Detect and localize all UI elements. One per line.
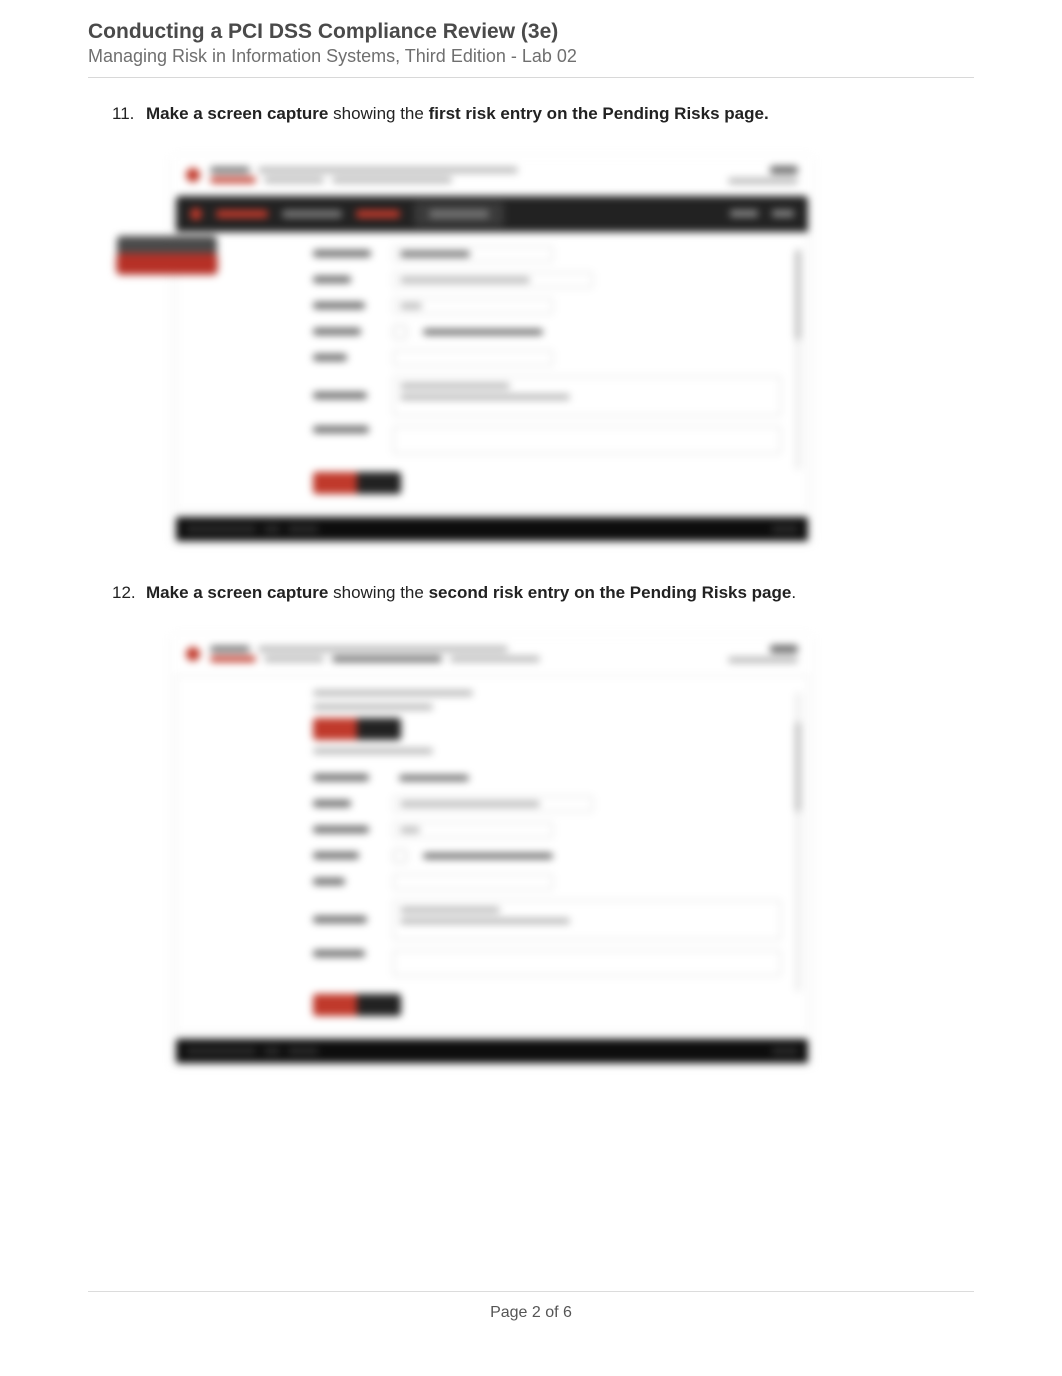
instruction-item-12: 12. Make a screen capture showing the se… [112, 581, 974, 605]
screenshot-body [176, 675, 808, 1033]
textarea [393, 950, 781, 976]
page-subtitle: Managing Risk in Information Systems, Th… [88, 46, 974, 67]
nav-item [356, 210, 400, 218]
app-logo-icon [186, 647, 200, 661]
nav-item [282, 210, 342, 218]
nav-item-active [414, 202, 504, 226]
screenshot-2-wrap [172, 635, 974, 1063]
textarea [393, 376, 781, 416]
page-title: Conducting a PCI DSS Compliance Review (… [88, 20, 974, 44]
nav-right [772, 210, 794, 217]
form-rows [313, 246, 781, 454]
nav-logo-icon [190, 208, 202, 220]
screenshot-navbar [176, 196, 808, 232]
side-button [117, 236, 217, 256]
screenshot-1-wrap [172, 156, 974, 541]
scrollbar-thumb [795, 250, 801, 340]
topbar-text [210, 643, 698, 665]
instruction-number: 12. [112, 581, 146, 605]
screenshot-2 [172, 635, 812, 1063]
topbar-right [708, 645, 798, 663]
textarea [393, 426, 781, 454]
screenshot-body [176, 232, 808, 511]
checkbox-icon [393, 849, 407, 863]
app-logo-icon [186, 168, 200, 182]
submit-row [313, 472, 791, 494]
instruction-item-11: 11. Make a screen capture showing the fi… [112, 102, 974, 126]
document-page: Conducting a PCI DSS Compliance Review (… [0, 0, 1062, 1376]
instruction-text: Make a screen capture showing the first … [146, 102, 974, 126]
checkbox-icon [393, 325, 407, 339]
screenshot-1 [172, 156, 812, 541]
submit-row [313, 994, 791, 1016]
instruction-number: 11. [112, 102, 146, 126]
page-number: Page 2 of 6 [0, 1304, 1062, 1322]
screenshot-footer [176, 517, 808, 541]
screenshot-topbar [172, 156, 812, 196]
nav-item [216, 210, 268, 218]
footer-divider [88, 1291, 974, 1292]
screenshot-topbar [172, 635, 812, 675]
top-button [313, 718, 401, 740]
textarea [393, 900, 781, 940]
top-block [313, 690, 791, 754]
topbar-right [708, 166, 798, 184]
side-button-active [117, 254, 217, 274]
submit-button [313, 472, 401, 494]
instruction-list: 11. Make a screen capture showing the fi… [112, 102, 974, 1063]
submit-button [313, 994, 401, 1016]
topbar-text [210, 164, 698, 186]
nav-right [730, 210, 758, 217]
screenshot-footer [176, 1039, 808, 1063]
instruction-text: Make a screen capture showing the second… [146, 581, 974, 605]
scrollbar-thumb [795, 722, 801, 812]
form-rows [313, 770, 781, 976]
page-header: Conducting a PCI DSS Compliance Review (… [88, 20, 974, 78]
side-buttons [117, 236, 217, 274]
